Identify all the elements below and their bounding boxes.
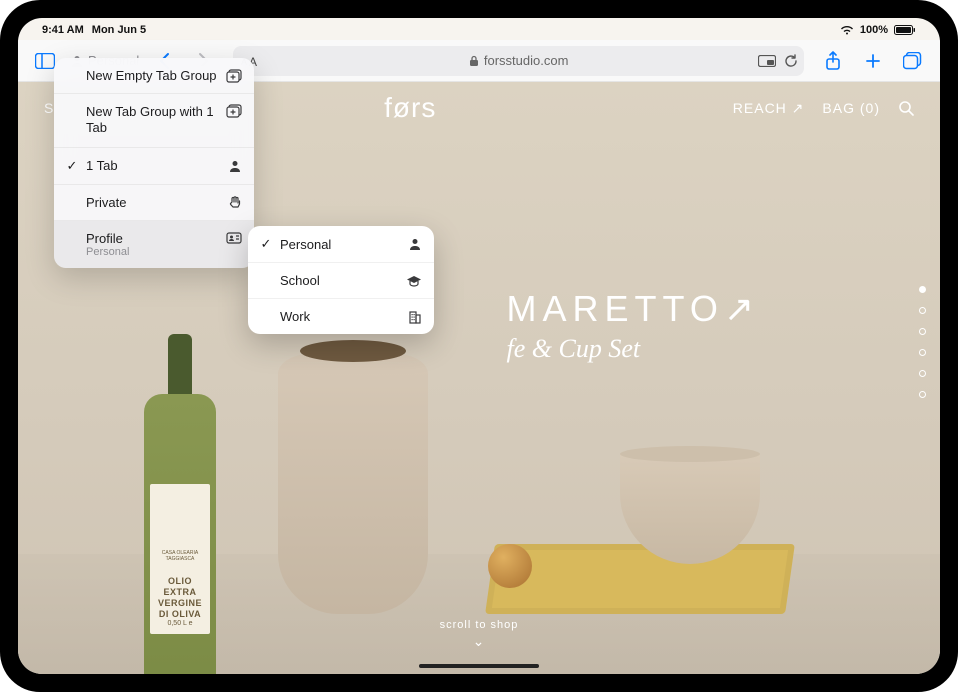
menu-new-empty-tab-group[interactable]: New Empty Tab Group <box>54 58 254 94</box>
status-bar: 9:41 AM Mon Jun 5 100% <box>18 18 940 40</box>
scroll-hint: scroll to shop ⌄ <box>440 619 519 650</box>
hero-title: MARETTO↗ fe & Cup Set <box>506 288 760 364</box>
napkin-decor <box>485 544 795 614</box>
hand-privacy-icon <box>228 195 242 209</box>
nav-search-icon[interactable] <box>898 100 914 116</box>
menu-one-tab[interactable]: ✓ 1 Tab <box>54 148 254 185</box>
pip-icon[interactable] <box>758 55 776 67</box>
profile-option-work[interactable]: Work <box>248 299 434 334</box>
status-time: 9:41 AM <box>42 24 84 36</box>
menu-private[interactable]: Private <box>54 185 254 221</box>
profile-submenu: ✓ Personal School Work <box>248 226 434 334</box>
battery-icon <box>894 25 916 35</box>
slide-dots <box>919 286 926 398</box>
share-button[interactable] <box>816 44 850 78</box>
status-date: Mon Jun 5 <box>92 24 146 36</box>
slide-dot[interactable] <box>919 307 926 314</box>
checkmark-icon: ✓ <box>260 236 272 252</box>
address-bar[interactable]: AA forsstudio.com <box>233 46 804 76</box>
fruit-decor <box>488 544 532 588</box>
slide-dot[interactable] <box>919 286 926 293</box>
new-tab-button[interactable] <box>856 44 890 78</box>
profile-card-icon <box>226 231 242 245</box>
menu-item-label: New Tab Group with 1 Tab <box>86 104 216 137</box>
tabgroup-plus-icon <box>226 104 242 118</box>
slide-dot[interactable] <box>919 370 926 377</box>
tabs-overview-button[interactable] <box>896 44 930 78</box>
tabgroup-plus-icon <box>226 69 242 83</box>
building-icon <box>408 310 422 324</box>
profile-option-personal[interactable]: ✓ Personal <box>248 226 434 263</box>
bottle-decor: CASA OLEARIA TAGGIASCA OLIO EXTRA VERGIN… <box>134 334 226 674</box>
site-brand[interactable]: førs <box>384 92 436 124</box>
menu-new-tab-group-with-tabs[interactable]: New Tab Group with 1 Tab <box>54 94 254 148</box>
lock-icon <box>469 55 479 67</box>
slide-dot[interactable] <box>919 391 926 398</box>
menu-item-label: 1 Tab <box>86 158 118 173</box>
profile-option-school[interactable]: School <box>248 263 434 299</box>
menu-item-label: Private <box>86 195 126 210</box>
home-indicator[interactable] <box>419 664 539 668</box>
tablet-frame: 9:41 AM Mon Jun 5 100% Personal <box>0 0 958 692</box>
graduation-cap-icon <box>406 275 422 287</box>
menu-item-label: School <box>280 273 320 288</box>
menu-profile[interactable]: Profile Personal <box>54 221 254 268</box>
menu-item-label: New Empty Tab Group <box>86 68 217 83</box>
address-host: forsstudio.com <box>484 53 569 68</box>
screen: 9:41 AM Mon Jun 5 100% Personal <box>18 18 940 674</box>
menu-profile-value: Personal <box>86 246 129 258</box>
slide-dot[interactable] <box>919 328 926 335</box>
nav-bag[interactable]: BAG (0) <box>822 100 880 116</box>
battery-percent: 100% <box>860 24 888 36</box>
chevron-down-icon: ⌄ <box>440 633 519 650</box>
checkmark-icon: ✓ <box>66 158 78 174</box>
hero-line2: fe & Cup Set <box>506 334 760 364</box>
menu-item-label: Personal <box>280 237 331 252</box>
hero-line1[interactable]: MARETTO↗ <box>506 288 760 330</box>
person-icon <box>408 237 422 251</box>
person-icon <box>228 159 242 173</box>
scroll-hint-label: scroll to shop <box>440 619 519 631</box>
jar-decor <box>278 354 428 614</box>
tab-group-menu: New Empty Tab Group New Tab Group with 1… <box>54 58 254 268</box>
nav-reach[interactable]: REACH ↗ <box>733 100 805 117</box>
menu-item-label: Profile Personal <box>86 231 129 258</box>
menu-item-label: Work <box>280 309 310 324</box>
reload-button[interactable] <box>784 54 798 68</box>
bottle-label: CASA OLEARIA TAGGIASCA OLIO EXTRA VERGIN… <box>150 484 210 634</box>
slide-dot[interactable] <box>919 349 926 356</box>
wifi-icon <box>840 25 854 35</box>
